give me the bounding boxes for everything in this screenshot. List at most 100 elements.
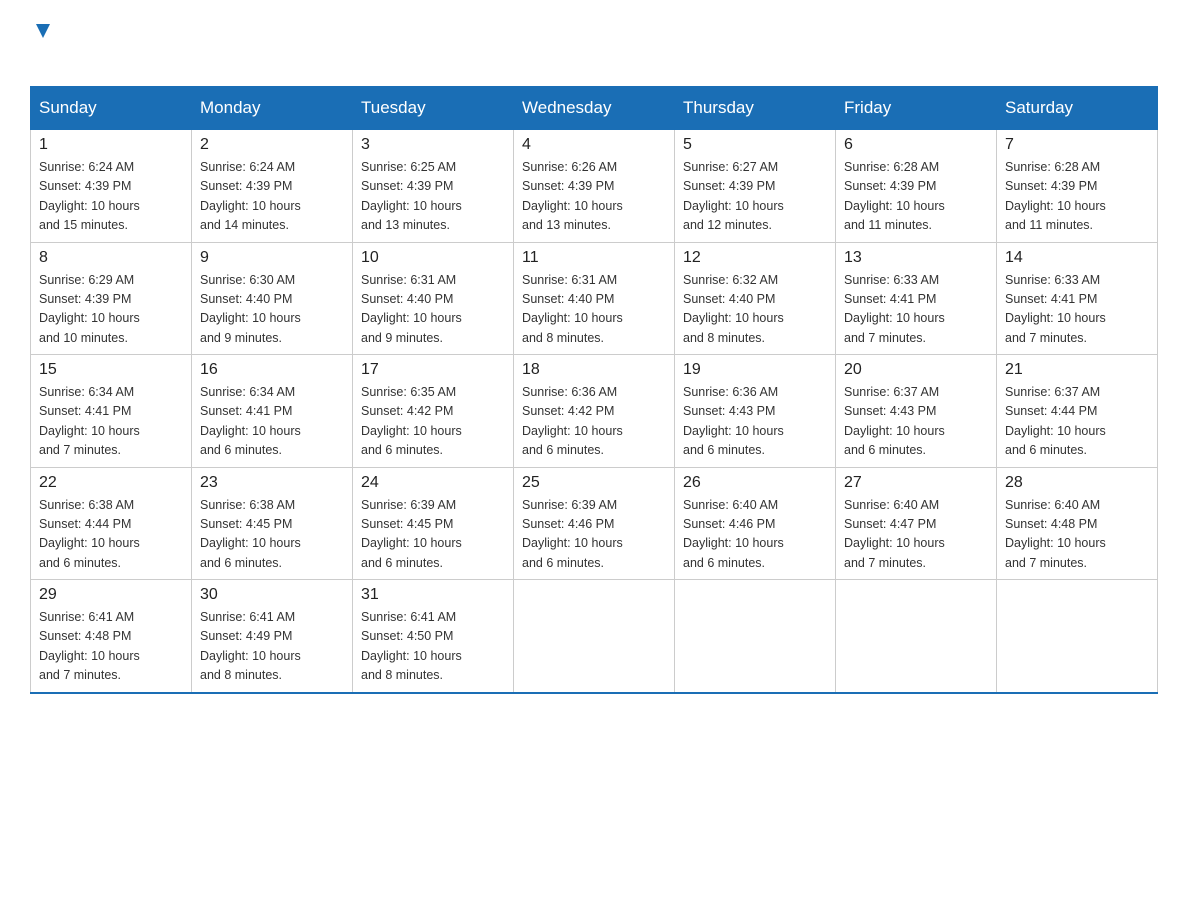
calendar-day-cell: 6 Sunrise: 6:28 AM Sunset: 4:39 PM Dayli… xyxy=(836,129,997,242)
calendar-day-cell: 20 Sunrise: 6:37 AM Sunset: 4:43 PM Dayl… xyxy=(836,355,997,468)
day-info: Sunrise: 6:31 AM Sunset: 4:40 PM Dayligh… xyxy=(361,271,505,349)
day-number: 31 xyxy=(361,586,505,604)
calendar-week-1: 1 Sunrise: 6:24 AM Sunset: 4:39 PM Dayli… xyxy=(31,129,1158,242)
day-info: Sunrise: 6:24 AM Sunset: 4:39 PM Dayligh… xyxy=(200,158,344,236)
day-info: Sunrise: 6:36 AM Sunset: 4:43 PM Dayligh… xyxy=(683,383,827,461)
day-info: Sunrise: 6:37 AM Sunset: 4:43 PM Dayligh… xyxy=(844,383,988,461)
day-number: 24 xyxy=(361,474,505,492)
day-number: 3 xyxy=(361,136,505,154)
calendar-day-cell: 17 Sunrise: 6:35 AM Sunset: 4:42 PM Dayl… xyxy=(353,355,514,468)
calendar-day-cell: 2 Sunrise: 6:24 AM Sunset: 4:39 PM Dayli… xyxy=(192,129,353,242)
day-number: 26 xyxy=(683,474,827,492)
day-info: Sunrise: 6:37 AM Sunset: 4:44 PM Dayligh… xyxy=(1005,383,1149,461)
day-number: 22 xyxy=(39,474,183,492)
calendar-day-cell: 28 Sunrise: 6:40 AM Sunset: 4:48 PM Dayl… xyxy=(997,467,1158,580)
calendar-day-cell: 14 Sunrise: 6:33 AM Sunset: 4:41 PM Dayl… xyxy=(997,242,1158,355)
day-number: 30 xyxy=(200,586,344,604)
calendar-week-3: 15 Sunrise: 6:34 AM Sunset: 4:41 PM Dayl… xyxy=(31,355,1158,468)
calendar-day-cell: 5 Sunrise: 6:27 AM Sunset: 4:39 PM Dayli… xyxy=(675,129,836,242)
day-number: 19 xyxy=(683,361,827,379)
day-info: Sunrise: 6:33 AM Sunset: 4:41 PM Dayligh… xyxy=(1005,271,1149,349)
day-number: 17 xyxy=(361,361,505,379)
calendar-day-cell: 12 Sunrise: 6:32 AM Sunset: 4:40 PM Dayl… xyxy=(675,242,836,355)
calendar-day-cell: 27 Sunrise: 6:40 AM Sunset: 4:47 PM Dayl… xyxy=(836,467,997,580)
day-info: Sunrise: 6:33 AM Sunset: 4:41 PM Dayligh… xyxy=(844,271,988,349)
day-number: 6 xyxy=(844,136,988,154)
day-info: Sunrise: 6:32 AM Sunset: 4:40 PM Dayligh… xyxy=(683,271,827,349)
weekday-header-tuesday: Tuesday xyxy=(353,87,514,129)
calendar-day-cell: 11 Sunrise: 6:31 AM Sunset: 4:40 PM Dayl… xyxy=(514,242,675,355)
day-info: Sunrise: 6:34 AM Sunset: 4:41 PM Dayligh… xyxy=(200,383,344,461)
day-number: 5 xyxy=(683,136,827,154)
weekday-header-row: SundayMondayTuesdayWednesdayThursdayFrid… xyxy=(31,87,1158,129)
day-info: Sunrise: 6:40 AM Sunset: 4:46 PM Dayligh… xyxy=(683,496,827,574)
weekday-header-sunday: Sunday xyxy=(31,87,192,129)
day-info: Sunrise: 6:31 AM Sunset: 4:40 PM Dayligh… xyxy=(522,271,666,349)
day-info: Sunrise: 6:28 AM Sunset: 4:39 PM Dayligh… xyxy=(844,158,988,236)
day-info: Sunrise: 6:34 AM Sunset: 4:41 PM Dayligh… xyxy=(39,383,183,461)
calendar-day-cell: 24 Sunrise: 6:39 AM Sunset: 4:45 PM Dayl… xyxy=(353,467,514,580)
calendar-day-cell: 25 Sunrise: 6:39 AM Sunset: 4:46 PM Dayl… xyxy=(514,467,675,580)
calendar-day-cell xyxy=(836,580,997,693)
day-number: 1 xyxy=(39,136,183,154)
day-number: 4 xyxy=(522,136,666,154)
calendar-day-cell: 16 Sunrise: 6:34 AM Sunset: 4:41 PM Dayl… xyxy=(192,355,353,468)
day-number: 9 xyxy=(200,249,344,267)
day-number: 8 xyxy=(39,249,183,267)
logo-triangle-icon xyxy=(32,20,54,42)
day-info: Sunrise: 6:35 AM Sunset: 4:42 PM Dayligh… xyxy=(361,383,505,461)
calendar-day-cell: 15 Sunrise: 6:34 AM Sunset: 4:41 PM Dayl… xyxy=(31,355,192,468)
weekday-header-friday: Friday xyxy=(836,87,997,129)
day-info: Sunrise: 6:38 AM Sunset: 4:45 PM Dayligh… xyxy=(200,496,344,574)
calendar-day-cell: 23 Sunrise: 6:38 AM Sunset: 4:45 PM Dayl… xyxy=(192,467,353,580)
calendar-day-cell xyxy=(997,580,1158,693)
day-number: 13 xyxy=(844,249,988,267)
calendar-week-2: 8 Sunrise: 6:29 AM Sunset: 4:39 PM Dayli… xyxy=(31,242,1158,355)
calendar-day-cell: 1 Sunrise: 6:24 AM Sunset: 4:39 PM Dayli… xyxy=(31,129,192,242)
day-number: 7 xyxy=(1005,136,1149,154)
calendar-day-cell: 21 Sunrise: 6:37 AM Sunset: 4:44 PM Dayl… xyxy=(997,355,1158,468)
day-info: Sunrise: 6:29 AM Sunset: 4:39 PM Dayligh… xyxy=(39,271,183,349)
day-info: Sunrise: 6:41 AM Sunset: 4:49 PM Dayligh… xyxy=(200,608,344,686)
day-info: Sunrise: 6:30 AM Sunset: 4:40 PM Dayligh… xyxy=(200,271,344,349)
calendar-day-cell: 7 Sunrise: 6:28 AM Sunset: 4:39 PM Dayli… xyxy=(997,129,1158,242)
day-number: 2 xyxy=(200,136,344,154)
calendar-day-cell: 29 Sunrise: 6:41 AM Sunset: 4:48 PM Dayl… xyxy=(31,580,192,693)
day-number: 20 xyxy=(844,361,988,379)
day-number: 11 xyxy=(522,249,666,267)
day-info: Sunrise: 6:39 AM Sunset: 4:45 PM Dayligh… xyxy=(361,496,505,574)
calendar-day-cell: 3 Sunrise: 6:25 AM Sunset: 4:39 PM Dayli… xyxy=(353,129,514,242)
day-number: 28 xyxy=(1005,474,1149,492)
day-number: 15 xyxy=(39,361,183,379)
day-number: 14 xyxy=(1005,249,1149,267)
day-info: Sunrise: 6:40 AM Sunset: 4:47 PM Dayligh… xyxy=(844,496,988,574)
calendar-day-cell xyxy=(675,580,836,693)
weekday-header-monday: Monday xyxy=(192,87,353,129)
day-number: 16 xyxy=(200,361,344,379)
day-number: 23 xyxy=(200,474,344,492)
day-number: 12 xyxy=(683,249,827,267)
day-info: Sunrise: 6:26 AM Sunset: 4:39 PM Dayligh… xyxy=(522,158,666,236)
day-number: 18 xyxy=(522,361,666,379)
calendar-day-cell: 30 Sunrise: 6:41 AM Sunset: 4:49 PM Dayl… xyxy=(192,580,353,693)
calendar-table: SundayMondayTuesdayWednesdayThursdayFrid… xyxy=(30,86,1158,694)
calendar-day-cell: 4 Sunrise: 6:26 AM Sunset: 4:39 PM Dayli… xyxy=(514,129,675,242)
day-info: Sunrise: 6:28 AM Sunset: 4:39 PM Dayligh… xyxy=(1005,158,1149,236)
day-info: Sunrise: 6:27 AM Sunset: 4:39 PM Dayligh… xyxy=(683,158,827,236)
day-info: Sunrise: 6:38 AM Sunset: 4:44 PM Dayligh… xyxy=(39,496,183,574)
calendar-day-cell: 9 Sunrise: 6:30 AM Sunset: 4:40 PM Dayli… xyxy=(192,242,353,355)
calendar-week-4: 22 Sunrise: 6:38 AM Sunset: 4:44 PM Dayl… xyxy=(31,467,1158,580)
weekday-header-saturday: Saturday xyxy=(997,87,1158,129)
day-info: Sunrise: 6:41 AM Sunset: 4:50 PM Dayligh… xyxy=(361,608,505,686)
day-info: Sunrise: 6:40 AM Sunset: 4:48 PM Dayligh… xyxy=(1005,496,1149,574)
calendar-day-cell: 22 Sunrise: 6:38 AM Sunset: 4:44 PM Dayl… xyxy=(31,467,192,580)
calendar-day-cell: 10 Sunrise: 6:31 AM Sunset: 4:40 PM Dayl… xyxy=(353,242,514,355)
calendar-day-cell: 19 Sunrise: 6:36 AM Sunset: 4:43 PM Dayl… xyxy=(675,355,836,468)
weekday-header-wednesday: Wednesday xyxy=(514,87,675,129)
day-number: 21 xyxy=(1005,361,1149,379)
calendar-week-5: 29 Sunrise: 6:41 AM Sunset: 4:48 PM Dayl… xyxy=(31,580,1158,693)
day-info: Sunrise: 6:39 AM Sunset: 4:46 PM Dayligh… xyxy=(522,496,666,574)
page-header xyxy=(30,20,1158,68)
calendar-day-cell: 18 Sunrise: 6:36 AM Sunset: 4:42 PM Dayl… xyxy=(514,355,675,468)
weekday-header-thursday: Thursday xyxy=(675,87,836,129)
